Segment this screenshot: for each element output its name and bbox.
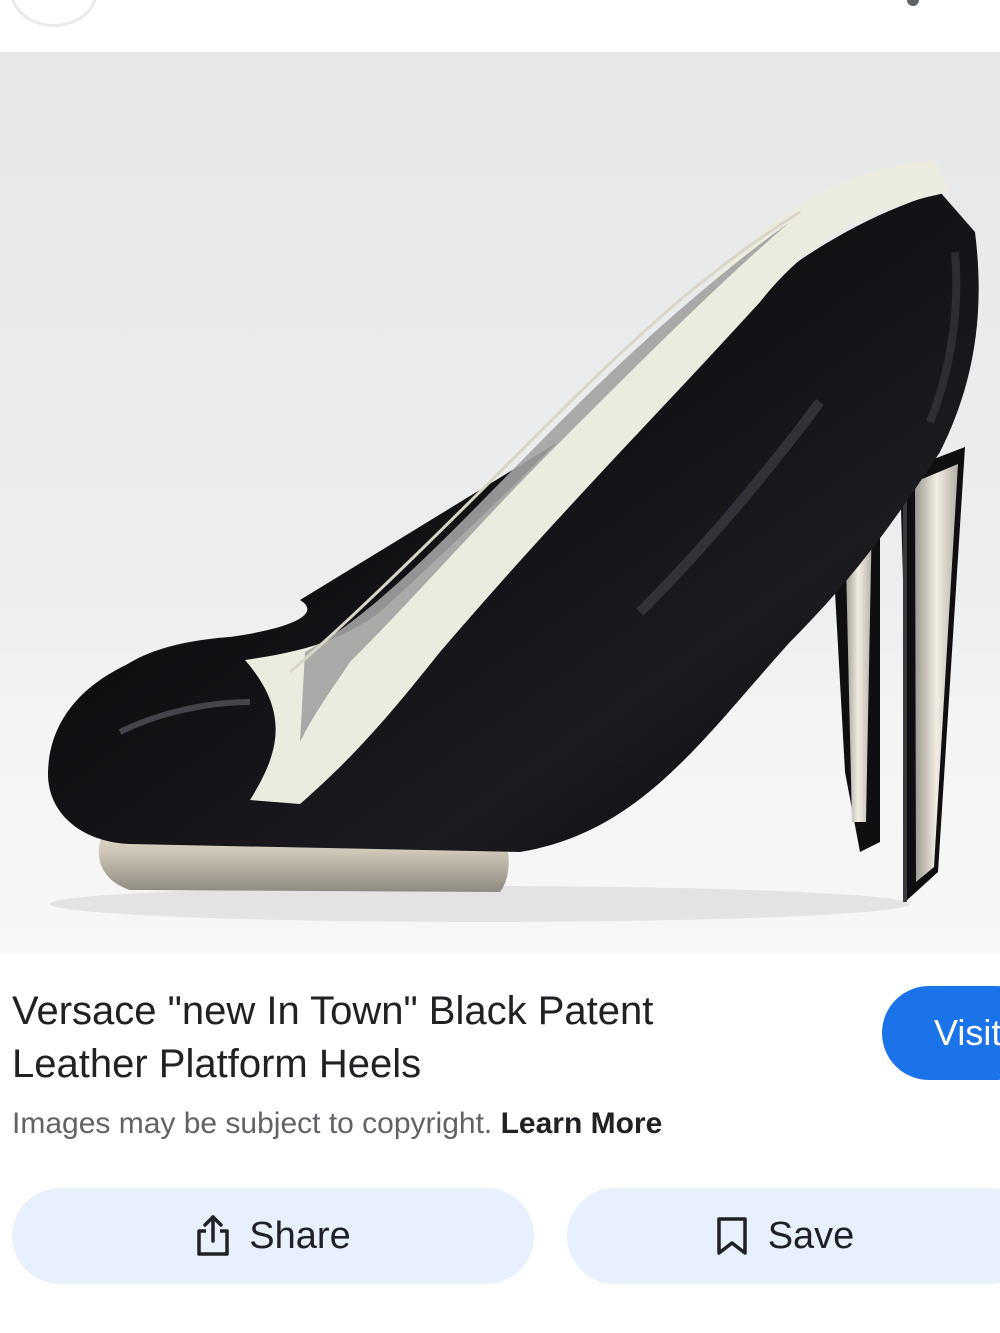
share-button[interactable]: Share [12, 1188, 534, 1284]
save-label: Save [767, 1214, 855, 1257]
product-image[interactable] [0, 52, 1000, 954]
menu-circle-icon[interactable] [10, 0, 98, 27]
top-bar [0, 0, 1000, 52]
product-title: Versace "new In Town" Black Patent Leath… [12, 989, 654, 1086]
share-icon [195, 1215, 231, 1257]
copyright-notice: Images may be subject to copyright. Lear… [12, 1104, 662, 1144]
share-label: Share [249, 1214, 351, 1257]
save-button[interactable]: Save [567, 1188, 1000, 1284]
learn-more-link[interactable]: Learn More [501, 1107, 663, 1140]
copyright-text: Images may be subject to copyright. [12, 1107, 493, 1140]
more-vert-icon[interactable] [907, 0, 919, 6]
image-detail-page: Versace "new In Town" Black Patent Leath… [0, 0, 1000, 1333]
high-heel-shoe-illustration [47, 160, 979, 922]
bookmark-icon [714, 1215, 750, 1257]
visit-button[interactable]: Visit [882, 986, 1000, 1080]
